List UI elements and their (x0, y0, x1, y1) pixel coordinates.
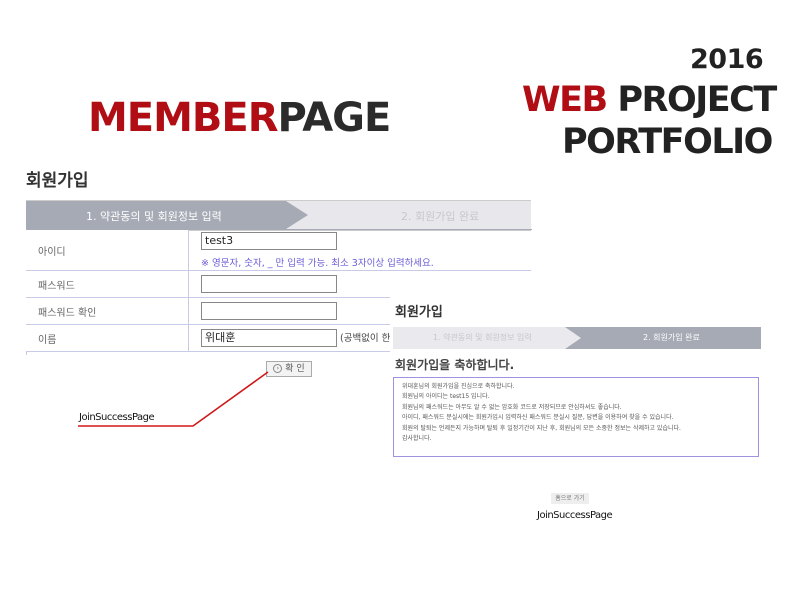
step-arrow-2 (565, 327, 581, 349)
success-step-2-label: 2. 회원가입 완료 (643, 333, 700, 342)
congrats-heading: 회원가입을 축하합니다. (395, 358, 515, 372)
annotation-label-2: JoinSuccessPage (537, 510, 613, 521)
success-title: 회원가입 (395, 305, 443, 320)
message-line: 감사합니다. (402, 435, 432, 443)
message-line: 위대훈님의 회원가입을 진심으로 축하합니다. (402, 383, 515, 390)
message-line: 회원님의 아이디는 test15 입니다. (402, 393, 490, 401)
annotation-label-1: JoinSuccessPage (79, 412, 155, 423)
success-steps: 1. 약관동의 및 회원정보 입력 2. 회원가입 완료 (393, 327, 761, 349)
success-message-box: 위대훈님의 회원가입을 진심으로 축하합니다. 회원님의 아이디는 test15… (393, 377, 759, 457)
message-line: 아이디, 패스워드 분실시에는 회원가입시 입력하신 패스워드 분실시 질문, … (402, 414, 674, 422)
success-step-1-label: 1. 약관동의 및 회원정보 입력 (433, 333, 532, 342)
home-button[interactable]: 홈으로 가기 (551, 493, 589, 504)
message-line: 회원의 탈퇴는 언제든지 가능하며 탈퇴 후 일정기간이 지난 후, 회원님의 … (402, 424, 681, 432)
message-line: 회원님의 패스워드는 아무도 알 수 없는 암호화 코드로 저장되므로 안심하셔… (402, 403, 622, 411)
